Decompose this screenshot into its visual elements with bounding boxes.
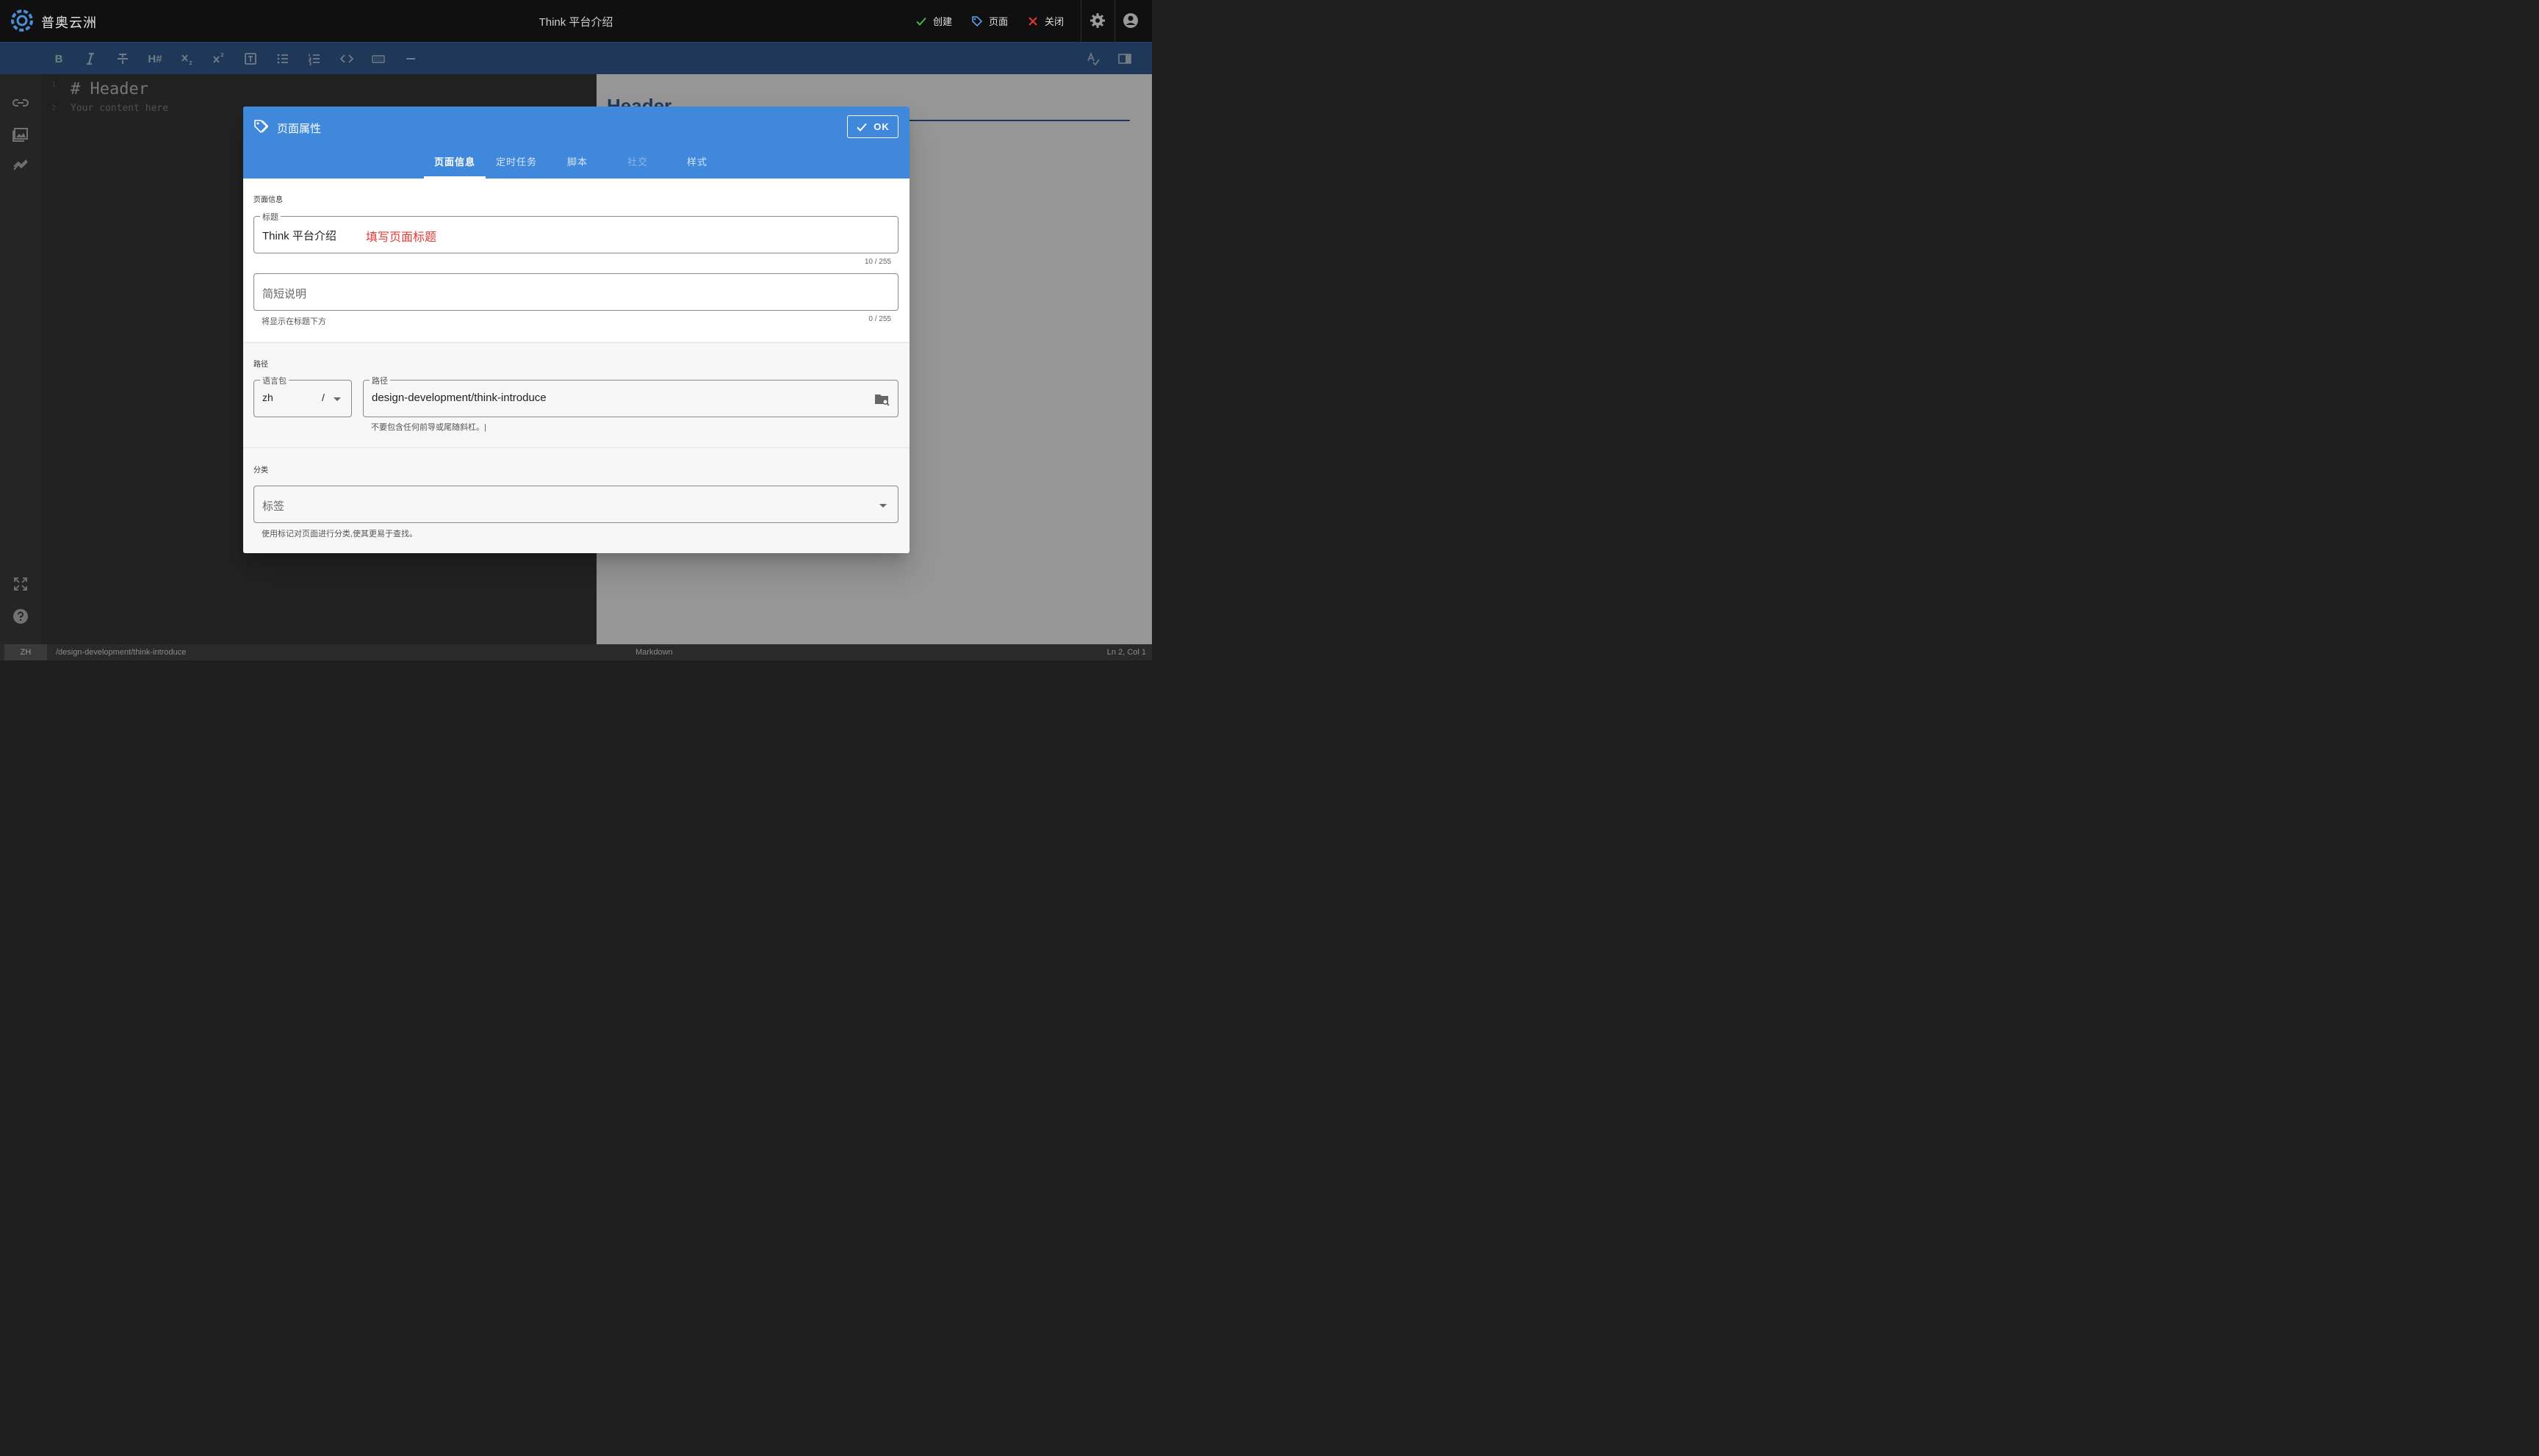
status-language: ZH xyxy=(4,644,47,660)
chevron-down-icon xyxy=(334,397,341,401)
locale-label: 语言包 xyxy=(260,375,289,386)
description-placeholder: 简短说明 xyxy=(262,288,307,300)
title-counter: 10 / 255 xyxy=(864,258,891,266)
dialog-tabs: 页面信息 定时任务 脚本 社交 样式 xyxy=(243,146,910,179)
gear-icon[interactable] xyxy=(1089,12,1106,29)
tags-select[interactable]: 标签 xyxy=(253,486,898,523)
description-field[interactable]: 简短说明 xyxy=(253,273,898,311)
close-button[interactable]: 关闭 xyxy=(1027,14,1064,28)
status-path: /design-development/think-introduce xyxy=(56,648,187,657)
section-label: 分类 xyxy=(253,466,268,475)
check-icon xyxy=(857,123,867,131)
ok-label: OK xyxy=(874,121,890,132)
close-label: 关闭 xyxy=(1044,16,1064,27)
ok-button[interactable]: OK xyxy=(847,115,898,138)
path-hint: 不要包含任何前导或尾随斜杠。| xyxy=(371,423,486,432)
create-label: 创建 xyxy=(932,16,952,27)
section-label: 页面信息 xyxy=(253,196,283,204)
title-field-label: 标题 xyxy=(260,211,281,223)
locale-separator: / xyxy=(322,392,325,403)
page-properties-dialog: 页面属性 OK 页面信息 定时任务 脚本 社交 样式 页面信息 标题 Think… xyxy=(243,107,910,553)
section-category: 分类 标签 使用标记对页面进行分类,使其更易于查找。 xyxy=(243,447,910,553)
tab-scheduling[interactable]: 定时任务 xyxy=(486,146,547,179)
top-actions: 创建 页面 关闭 xyxy=(915,0,1064,42)
dialog-title: 页面属性 xyxy=(277,123,322,135)
tags-placeholder: 标签 xyxy=(262,500,285,513)
locale-select[interactable]: 语言包 zh / xyxy=(253,375,352,417)
check-icon xyxy=(916,17,926,26)
status-mode: Markdown xyxy=(635,648,673,657)
page-label: 页面 xyxy=(988,16,1008,27)
tag-icon xyxy=(972,15,983,26)
page-properties-button[interactable]: 页面 xyxy=(971,14,1008,28)
description-hint: 将显示在标题下方 xyxy=(262,317,326,326)
title-field-value: Think 平台介绍 xyxy=(262,230,336,242)
dialog-header: 页面属性 OK xyxy=(243,107,910,146)
section-page-info: 页面信息 标题 Think 平台介绍 填写页面标题 10 / 255 简短说明 … xyxy=(243,179,910,342)
tab-style[interactable]: 样式 xyxy=(666,146,728,179)
tag-icon xyxy=(254,120,268,134)
chevron-down-icon xyxy=(879,504,887,508)
top-bar: 普奥云洲 Think 平台介绍 创建 页面 关闭 xyxy=(0,0,1152,42)
path-field[interactable]: 路径 design-development/think-introduce xyxy=(363,375,898,417)
locale-value: zh xyxy=(262,392,273,403)
divider xyxy=(1114,0,1115,42)
path-value: design-development/think-introduce xyxy=(372,392,547,404)
tab-page-info[interactable]: 页面信息 xyxy=(424,146,486,179)
account-icon[interactable] xyxy=(1122,12,1139,29)
section-path: 路径 语言包 zh / 路径 design-development/think-… xyxy=(243,342,910,447)
status-cursor-position: Ln 2, Col 1 xyxy=(1106,648,1146,657)
folder-search-icon[interactable] xyxy=(874,392,890,407)
close-icon xyxy=(1029,16,1037,26)
tab-social: 社交 xyxy=(627,156,648,167)
tags-hint: 使用标记对页面进行分类,使其更易于查找。 xyxy=(262,530,418,538)
create-button[interactable]: 创建 xyxy=(915,14,952,28)
title-annotation: 填写页面标题 xyxy=(366,231,437,244)
path-label: 路径 xyxy=(370,375,390,386)
description-counter: 0 / 255 xyxy=(868,315,891,323)
title-field[interactable]: 标题 Think 平台介绍 填写页面标题 xyxy=(253,211,898,253)
tab-scripts[interactable]: 脚本 xyxy=(547,146,608,179)
section-label: 路径 xyxy=(253,361,268,369)
status-bar: ZH /design-development/think-introduce M… xyxy=(0,644,1152,660)
